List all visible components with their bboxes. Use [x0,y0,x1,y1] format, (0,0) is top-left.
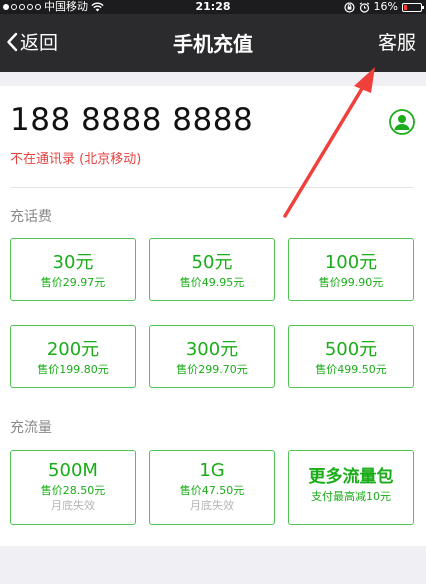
section-label-data: 充流量 [10,420,52,436]
option-amount: 1G [199,460,225,481]
option-price: 售价499.50元 [315,363,387,376]
battery-percent: 16% [373,0,398,13]
option-price: 售价99.90元 [318,276,384,289]
rotation-lock-icon [343,1,355,13]
nav-bar: 返回 手机充值 客服 [0,14,426,72]
page-title: 手机充值 [173,32,253,56]
customer-service-button[interactable]: 客服 [378,28,416,55]
contact-person-icon[interactable] [389,109,415,135]
option-promo: 支付最高减10元 [311,490,391,503]
credit-option-200[interactable]: 200元 售价199.80元 [10,325,136,388]
option-amount: 30元 [52,252,94,273]
contact-status-text: 不在通讯录 (北京移动) [10,152,142,167]
phone-number-input[interactable]: 188 8888 8888 [10,102,253,138]
option-price: 售价29.97元 [40,276,106,289]
status-right: 16% [343,0,424,14]
option-amount: 50元 [191,252,233,273]
option-amount: 500M [48,460,98,481]
credit-option-100[interactable]: 100元 售价99.90元 [288,238,414,301]
option-expiry-note: 月底失效 [51,499,95,512]
option-amount: 200元 [46,339,100,360]
data-option-1g[interactable]: 1G 售价47.50元 月底失效 [149,450,275,525]
more-data-packages-button[interactable]: 更多流量包 支付最高减10元 [288,450,414,525]
back-button[interactable]: 返回 [6,28,58,55]
recharge-card: 188 8888 8888 不在通讯录 (北京移动) 充话费 30元 售价29.… [0,86,426,546]
option-price: 售价49.95元 [179,276,245,289]
option-expiry-note: 月底失效 [190,499,234,512]
alarm-icon [359,1,369,13]
data-option-500m[interactable]: 500M 售价28.50元 月底失效 [10,450,136,525]
battery-icon [402,2,424,12]
status-bar: 中国移动 21:28 16% [0,0,426,14]
option-amount: 100元 [324,252,378,273]
option-price: 售价199.80元 [37,363,109,376]
option-amount: 300元 [185,339,239,360]
credit-option-50[interactable]: 50元 售价49.95元 [149,238,275,301]
back-label: 返回 [20,32,59,54]
option-amount: 500元 [324,339,378,360]
credit-option-500[interactable]: 500元 售价499.50元 [288,325,414,388]
option-amount: 更多流量包 [308,467,394,487]
option-price: 售价28.50元 [40,484,106,497]
credit-option-300[interactable]: 300元 售价299.70元 [149,325,275,388]
chevron-left-icon [7,32,18,51]
option-price: 售价299.70元 [176,363,248,376]
divider [10,187,414,188]
credit-option-30[interactable]: 30元 售价29.97元 [10,238,136,301]
option-price: 售价47.50元 [179,484,245,497]
section-label-credit: 充话费 [10,209,52,225]
